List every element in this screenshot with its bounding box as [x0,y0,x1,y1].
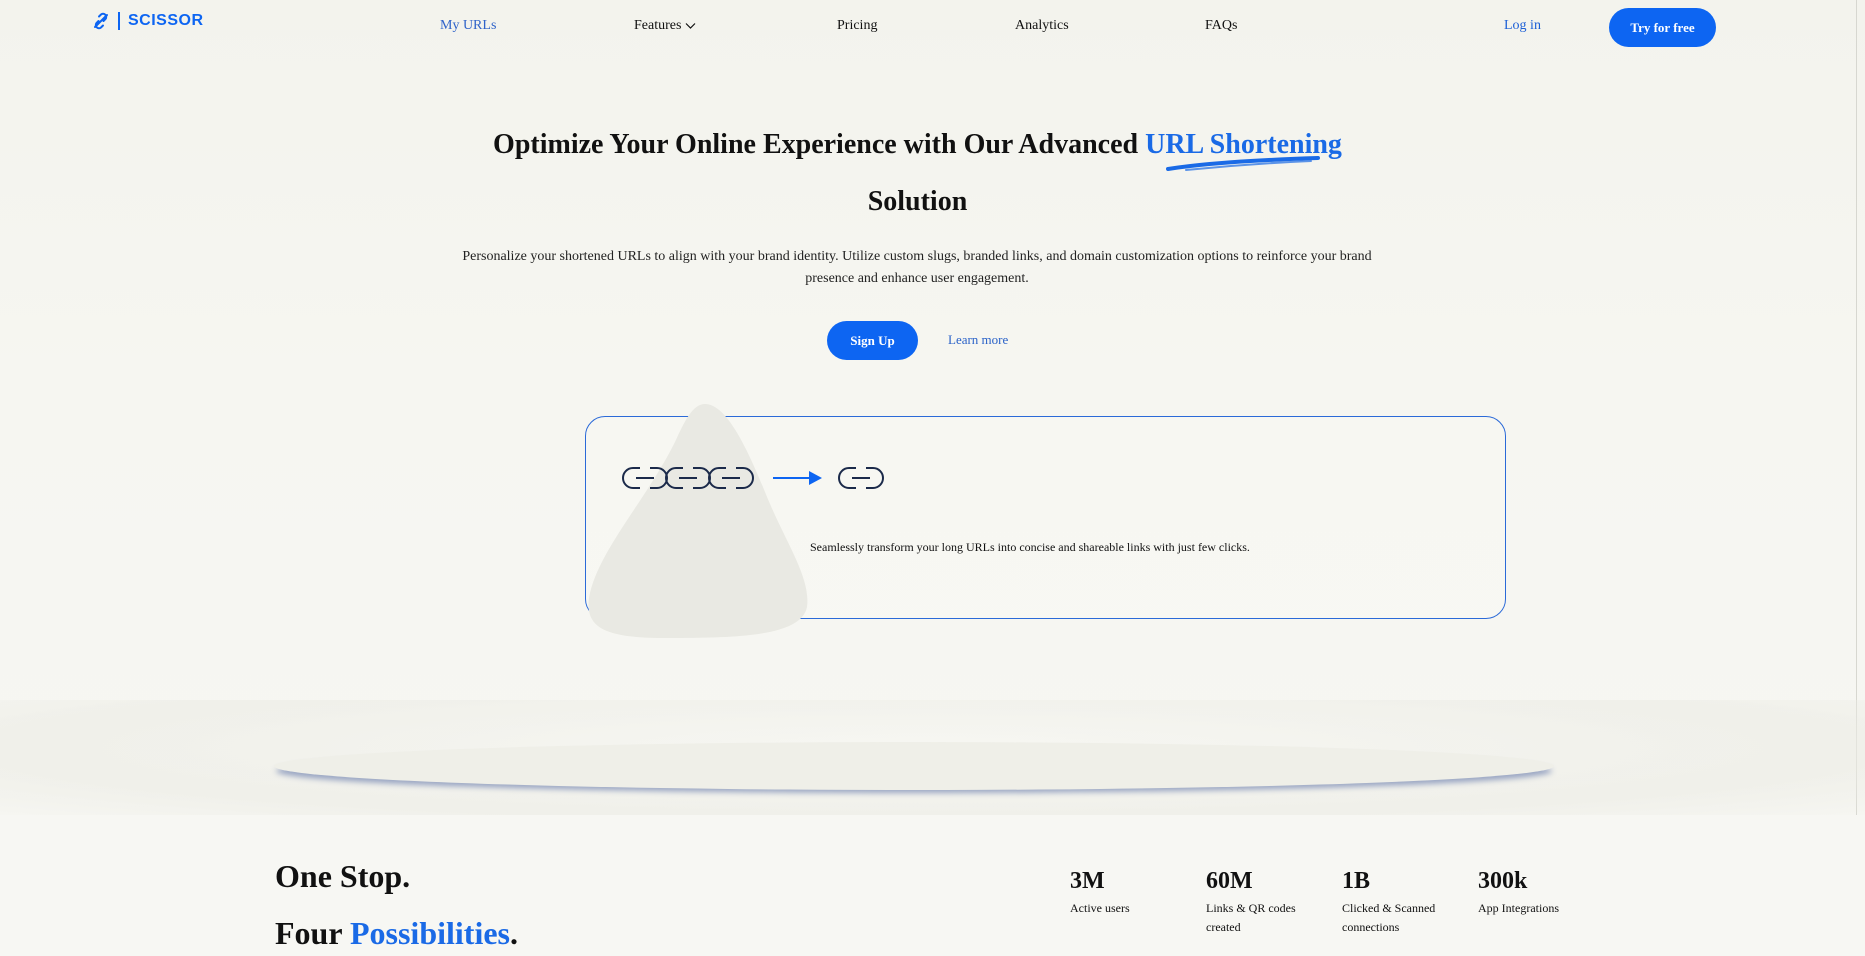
stat-connections: 1B Clicked & Scanned connections [1342,868,1452,937]
long-chain-icon [622,467,754,489]
stat-app-integrations: 300k App Integrations [1478,868,1598,918]
top-navbar: SCISSOR My URLs Features Pricing Analyti… [0,0,1865,54]
arrow-right-icon [773,471,822,485]
hero-subtitle: Personalize your shortened URLs to align… [462,249,1372,286]
stat-label: Links & QR codes created [1206,901,1296,934]
tagline-accent: Possibilities [349,915,510,951]
demo-description: Seamlessly transform your long URLs into… [810,540,1250,554]
stat-label: Active users [1070,901,1130,915]
stat-value: 300k [1478,868,1528,894]
brand-name: SCISSOR [128,12,204,29]
nav-analytics[interactable]: Analytics [1015,18,1069,34]
nav-features[interactable]: Features [634,18,696,34]
nav-my-urls[interactable]: My URLs [440,18,496,34]
stat-value: 3M [1070,868,1105,894]
stat-active-users: 3M Active users [1070,868,1190,918]
stat-value: 60M [1206,868,1253,894]
stat-value: 1B [1342,868,1371,894]
nav-pricing[interactable]: Pricing [837,18,877,34]
nav-features-label: Features [634,18,682,33]
hero-title: Optimize Your Online Experience with Our… [0,116,1835,230]
tagline-prefix: Four [275,915,342,951]
stat-label: Clicked & Scanned connections [1342,901,1436,934]
hero-title-prefix: Optimize Your Online Experience with Our… [493,129,1139,160]
try-for-free-button[interactable]: Try for free [1609,8,1716,47]
stage-platform [274,742,1554,790]
logo-divider [118,12,120,30]
tagline-suffix: . [509,915,518,951]
brush-underline-icon [1166,156,1320,171]
decorative-blob [588,404,808,638]
tagline-line2: Four Possibilities. [275,915,518,952]
learn-more-link[interactable]: Learn more [948,332,1008,348]
brand-logo[interactable]: SCISSOR [92,12,204,30]
chevron-down-icon [686,23,696,29]
hero-title-suffix: Solution [867,186,968,217]
short-link-icon [838,467,884,489]
stat-links-created: 60M Links & QR codes created [1206,868,1316,937]
tagline-line1: One Stop. [275,858,411,894]
sign-up-button[interactable]: Sign Up [827,321,918,360]
nav-faqs[interactable]: FAQs [1205,18,1237,34]
link-slash-icon [94,12,108,30]
login-link[interactable]: Log in [1504,18,1541,34]
stat-label: App Integrations [1478,901,1559,915]
